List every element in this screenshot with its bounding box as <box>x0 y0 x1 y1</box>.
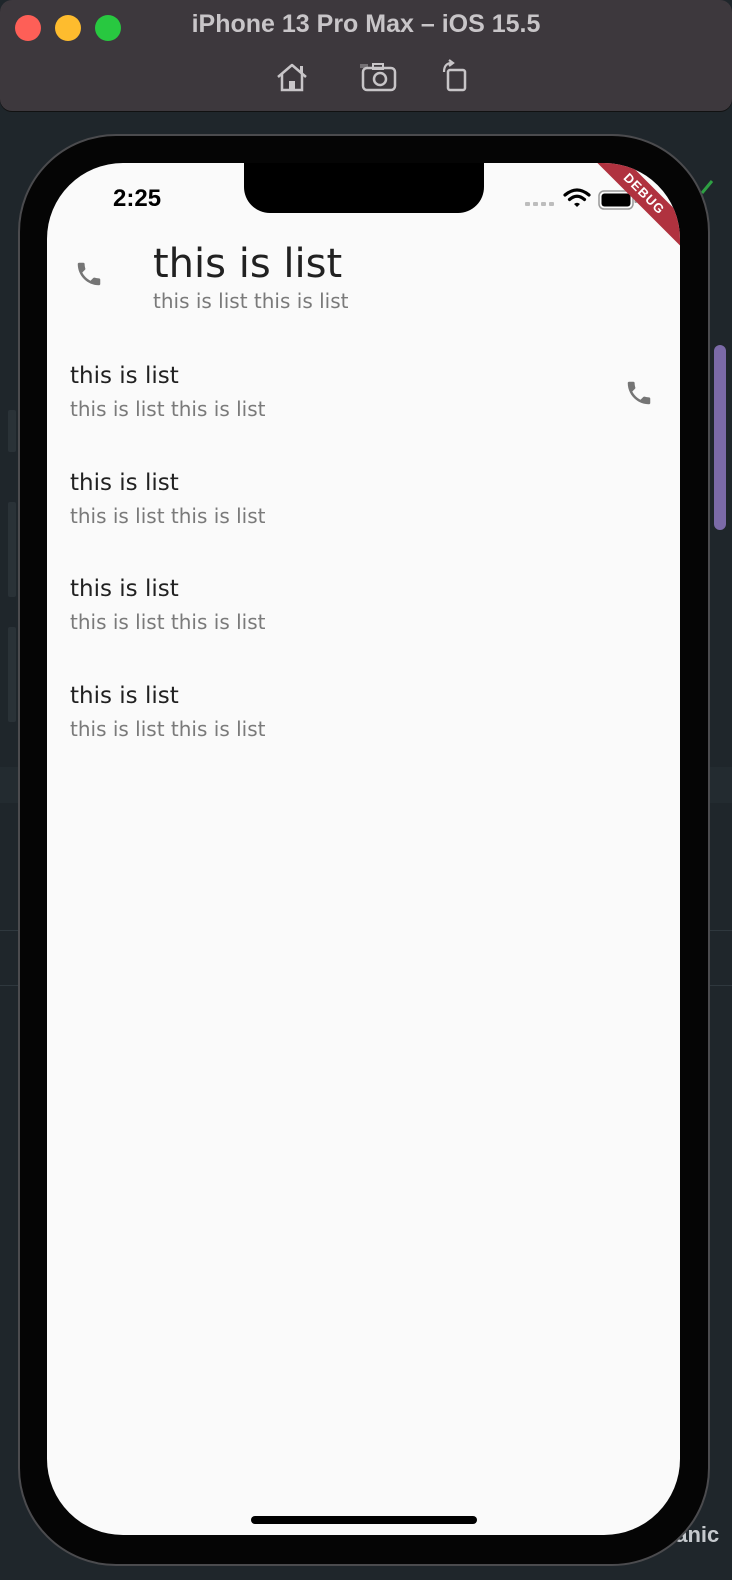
list-item-subtitle: this is list this is list <box>70 610 266 634</box>
list-item[interactable]: this is list this is list this is list <box>47 363 680 423</box>
screenshot-button[interactable] <box>360 58 400 98</box>
list-item-title: this is list <box>70 470 179 496</box>
list-item-subtitle: this is list this is list <box>153 289 349 313</box>
home-indicator[interactable] <box>251 1516 477 1524</box>
background-tab <box>8 410 16 452</box>
rotate-icon <box>442 59 467 92</box>
status-time: 2:25 <box>113 185 162 212</box>
list-item-subtitle: this is list this is list <box>70 397 266 421</box>
background-tab <box>8 627 16 722</box>
list-item[interactable]: this is list this is list this is list <box>47 241 680 321</box>
home-icon <box>277 63 307 92</box>
phone-icon <box>77 262 101 286</box>
background-tab <box>8 502 16 597</box>
list-item-title: this is list <box>70 363 179 389</box>
list-item[interactable]: this is list this is list this is list <box>47 576 680 636</box>
phone-icon <box>627 381 651 405</box>
list-item[interactable]: this is list this is list this is list <box>47 470 680 530</box>
list-item-subtitle: this is list this is list <box>70 717 266 741</box>
background-check-icon <box>700 180 714 194</box>
debug-ribbon-label: DEBUG <box>590 163 680 252</box>
list-item-title: this is list <box>70 683 179 709</box>
home-button[interactable] <box>272 58 312 98</box>
screenshot-icon <box>360 63 397 92</box>
simulator-titlebar: iPhone 13 Pro Max – iOS 15.5 <box>0 0 732 111</box>
list-item[interactable]: this is list this is list this is list <box>47 683 680 743</box>
cellular-signal-icon <box>525 202 554 206</box>
device-screen: 2:25 DEBUG this is list this is list thi… <box>47 163 680 1535</box>
list-item-title: this is list <box>153 241 343 287</box>
debug-banner: DEBUG <box>590 163 680 253</box>
notch <box>244 163 484 213</box>
list-item-subtitle: this is list this is list <box>70 504 266 528</box>
rotate-button[interactable] <box>438 58 478 98</box>
background-scrollbar <box>714 345 726 530</box>
wifi-icon <box>563 188 591 207</box>
list-item-title: this is list <box>70 576 179 602</box>
window-title: iPhone 13 Pro Max – iOS 15.5 <box>191 10 541 38</box>
